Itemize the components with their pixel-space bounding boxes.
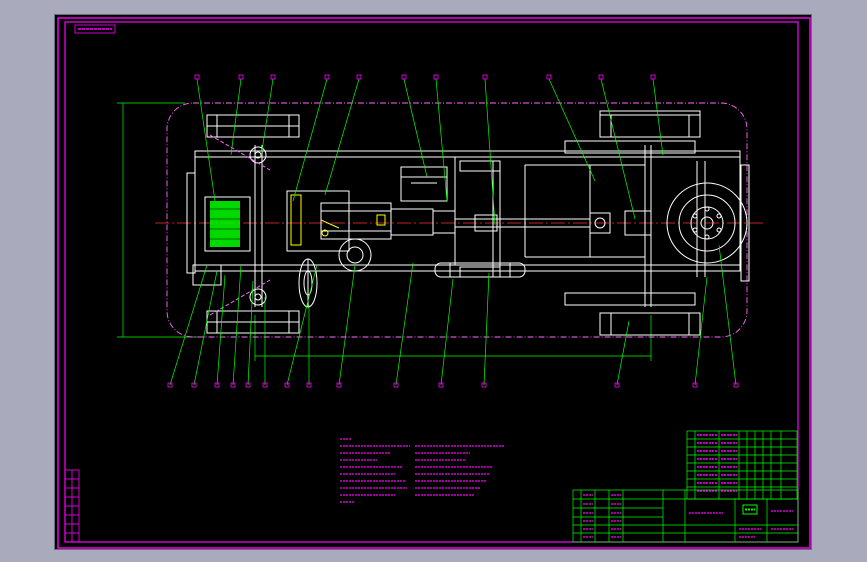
- leader-markers: [167, 74, 739, 388]
- front-left-wheel: [206, 114, 300, 138]
- dimension-height: [117, 102, 205, 338]
- body-outline: [166, 102, 748, 338]
- radiator: [204, 196, 251, 252]
- cad-application: [0, 0, 867, 562]
- rear-right-wheel: [564, 292, 701, 336]
- title-block: [572, 489, 799, 543]
- battery: [400, 166, 448, 202]
- chassis-outline: [155, 102, 763, 338]
- inner-frame: [64, 21, 799, 543]
- outer-frame: [57, 17, 811, 549]
- rear-axle: [624, 145, 652, 307]
- technical-notes: [340, 438, 505, 503]
- rear-left-wheel: [564, 110, 701, 154]
- engine: [286, 176, 456, 272]
- chassis-drawing: [57, 17, 811, 549]
- left-revision-strip: [64, 469, 80, 543]
- dimension-length: [254, 315, 652, 361]
- title-block-marks: [583, 494, 793, 538]
- drawing-viewport[interactable]: [54, 14, 812, 550]
- parts-list: [686, 430, 798, 500]
